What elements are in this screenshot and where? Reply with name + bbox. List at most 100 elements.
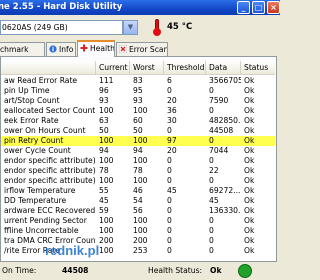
table-row[interactable]: ffline Uncorrectable 100 100 0 0 Ok [1,226,275,236]
cell-worst: 78 [133,166,143,175]
cell-threshold: 0 [167,206,172,215]
cell-worst: 100 [133,226,148,235]
cell-data: 136330... [209,206,241,215]
cell-current: 100 [99,106,114,115]
cell-data: 0 [209,156,214,165]
column-header-current[interactable]: Current [96,61,130,74]
cell-worst: 100 [133,136,148,145]
cell-status: Ok [244,236,255,245]
minimize-button[interactable]: _ [237,1,250,14]
green-circle-icon [238,264,252,278]
table-row[interactable]: endor specific attribute) 100 100 0 0 Ok [1,156,275,166]
cell-data: 45 [209,196,219,205]
cell-status: Ok [244,126,255,135]
table-row[interactable]: eallocated Sector Count 100 100 36 0 Ok [1,106,275,116]
cell-status: Ok [244,156,255,165]
table-row[interactable]: ardware ECC Recovered59 56 0 136330...Ok [1,206,275,216]
cell-name: ower Cycle Count [4,146,71,155]
cell-current: 100 [99,216,114,225]
table-row[interactable]: pin Up Time 96 95 0 0 Ok [1,86,275,96]
cell-name: endor specific attribute) [4,166,96,175]
cell-current: 100 [99,246,114,255]
cell-current: 100 [99,226,114,235]
tab-info[interactable]: Info [46,42,76,56]
cell-status: Ok [244,166,255,175]
cell-name: endor specific attribute) [4,176,96,185]
table-row[interactable]: DD Temperature 45 54 0 45 Ok [1,196,275,206]
close-button[interactable]: × [267,1,280,14]
cell-current: 200 [99,236,114,245]
cell-worst: 56 [133,206,143,215]
cell-current: 94 [99,146,109,155]
table-row[interactable]: tra DMA CRC Error Count 200 200 0 0 Ok [1,236,275,246]
cell-name: endor specific attribute) [4,156,96,165]
cell-threshold: 0 [167,216,172,225]
on-time-label: On Time: [2,266,37,275]
cell-current: 111 [99,76,114,85]
cell-threshold: 0 [167,236,172,245]
table-row[interactable]: pin Retry Count 100 100 97 0 Ok [1,136,275,146]
column-header-worst[interactable]: Worst [130,61,164,74]
table-row[interactable]: art/Stop Count 93 93 20 7590 Ok [1,96,275,106]
cell-worst: 100 [133,106,148,115]
table-row[interactable]: eek Error Rate 63 60 30 482850...Ok [1,116,275,126]
table-row[interactable]: endor specific attribute) 100 100 0 0 Ok [1,176,275,186]
cell-worst: 253 [133,246,148,255]
cell-status: Ok [244,96,255,105]
column-header-threshold[interactable]: Threshold [164,61,206,74]
drive-select[interactable]: 0620AS (249 GB) [0,20,123,35]
cell-threshold: 20 [167,146,177,155]
column-header-status[interactable]: Status [241,61,275,74]
cell-threshold: 45 [167,186,177,195]
red-x-icon [118,44,128,54]
health-status-value: Ok [210,266,222,275]
cell-data: 44508 [209,126,234,135]
tab-health-label: Health [90,44,115,53]
tab-health[interactable]: Health [77,40,115,57]
cell-worst: 100 [133,216,148,225]
cell-threshold: 0 [167,246,172,255]
cell-threshold: 0 [167,176,172,185]
tab-benchmark[interactable]: chmark [0,42,45,56]
info-icon [49,44,57,53]
cell-data: 0 [209,136,214,145]
plus-icon [80,43,88,52]
table-row[interactable]: /rite Error Rate 100 253 0 0 Ok [1,246,275,256]
cell-data: 69272... [209,186,241,195]
table-row[interactable]: ower On Hours Count 50 50 0 44508 Ok [1,126,275,136]
cell-worst: 50 [133,126,143,135]
cell-worst: 93 [133,96,143,105]
cell-status: Ok [244,116,255,125]
cell-status: Ok [244,196,255,205]
cell-status: Ok [244,86,255,95]
chevron-down-icon[interactable]: ▼ [123,20,138,35]
cell-name: aw Read Error Rate [4,76,78,85]
cell-name: eek Error Rate [4,116,59,125]
cell-threshold: 0 [167,156,172,165]
table-row[interactable]: urrent Pending Sector 100 100 0 0 Ok [1,216,275,226]
cell-name: urrent Pending Sector [4,216,87,225]
cell-worst: 100 [133,156,148,165]
column-header-attribute[interactable] [1,61,96,74]
temperature-readout: 45 °C [167,22,193,32]
cell-worst: 46 [133,186,143,195]
cell-threshold: 0 [167,86,172,95]
watermark-logo: rednik.pl [45,243,100,258]
cell-current: 100 [99,156,114,165]
table-row[interactable]: endor specific attribute) 78 78 0 22 Ok [1,166,275,176]
column-header-data[interactable]: Data [206,61,241,74]
status-bar: On Time: 44508 Health Status: Ok [0,262,280,280]
tab-info-label: Info [59,45,74,54]
cell-name: pin Retry Count [4,136,64,145]
cell-worst: 54 [133,196,143,205]
tab-error-scan[interactable]: Error Scan [116,42,168,56]
maximize-button[interactable]: □ [252,1,265,14]
table-row[interactable]: irflow Temperature 55 46 45 69272... Ok [1,186,275,196]
cell-threshold: 6 [167,76,172,85]
tab-benchmark-label: chmark [0,45,29,54]
table-row[interactable]: aw Read Error Rate 111 83 6 35667052Ok [1,76,275,86]
table-row[interactable]: ower Cycle Count 94 94 20 7044 Ok [1,146,275,156]
cell-status: Ok [244,206,255,215]
cell-data: 7044 [209,146,229,155]
cell-name: DD Temperature [4,196,67,205]
